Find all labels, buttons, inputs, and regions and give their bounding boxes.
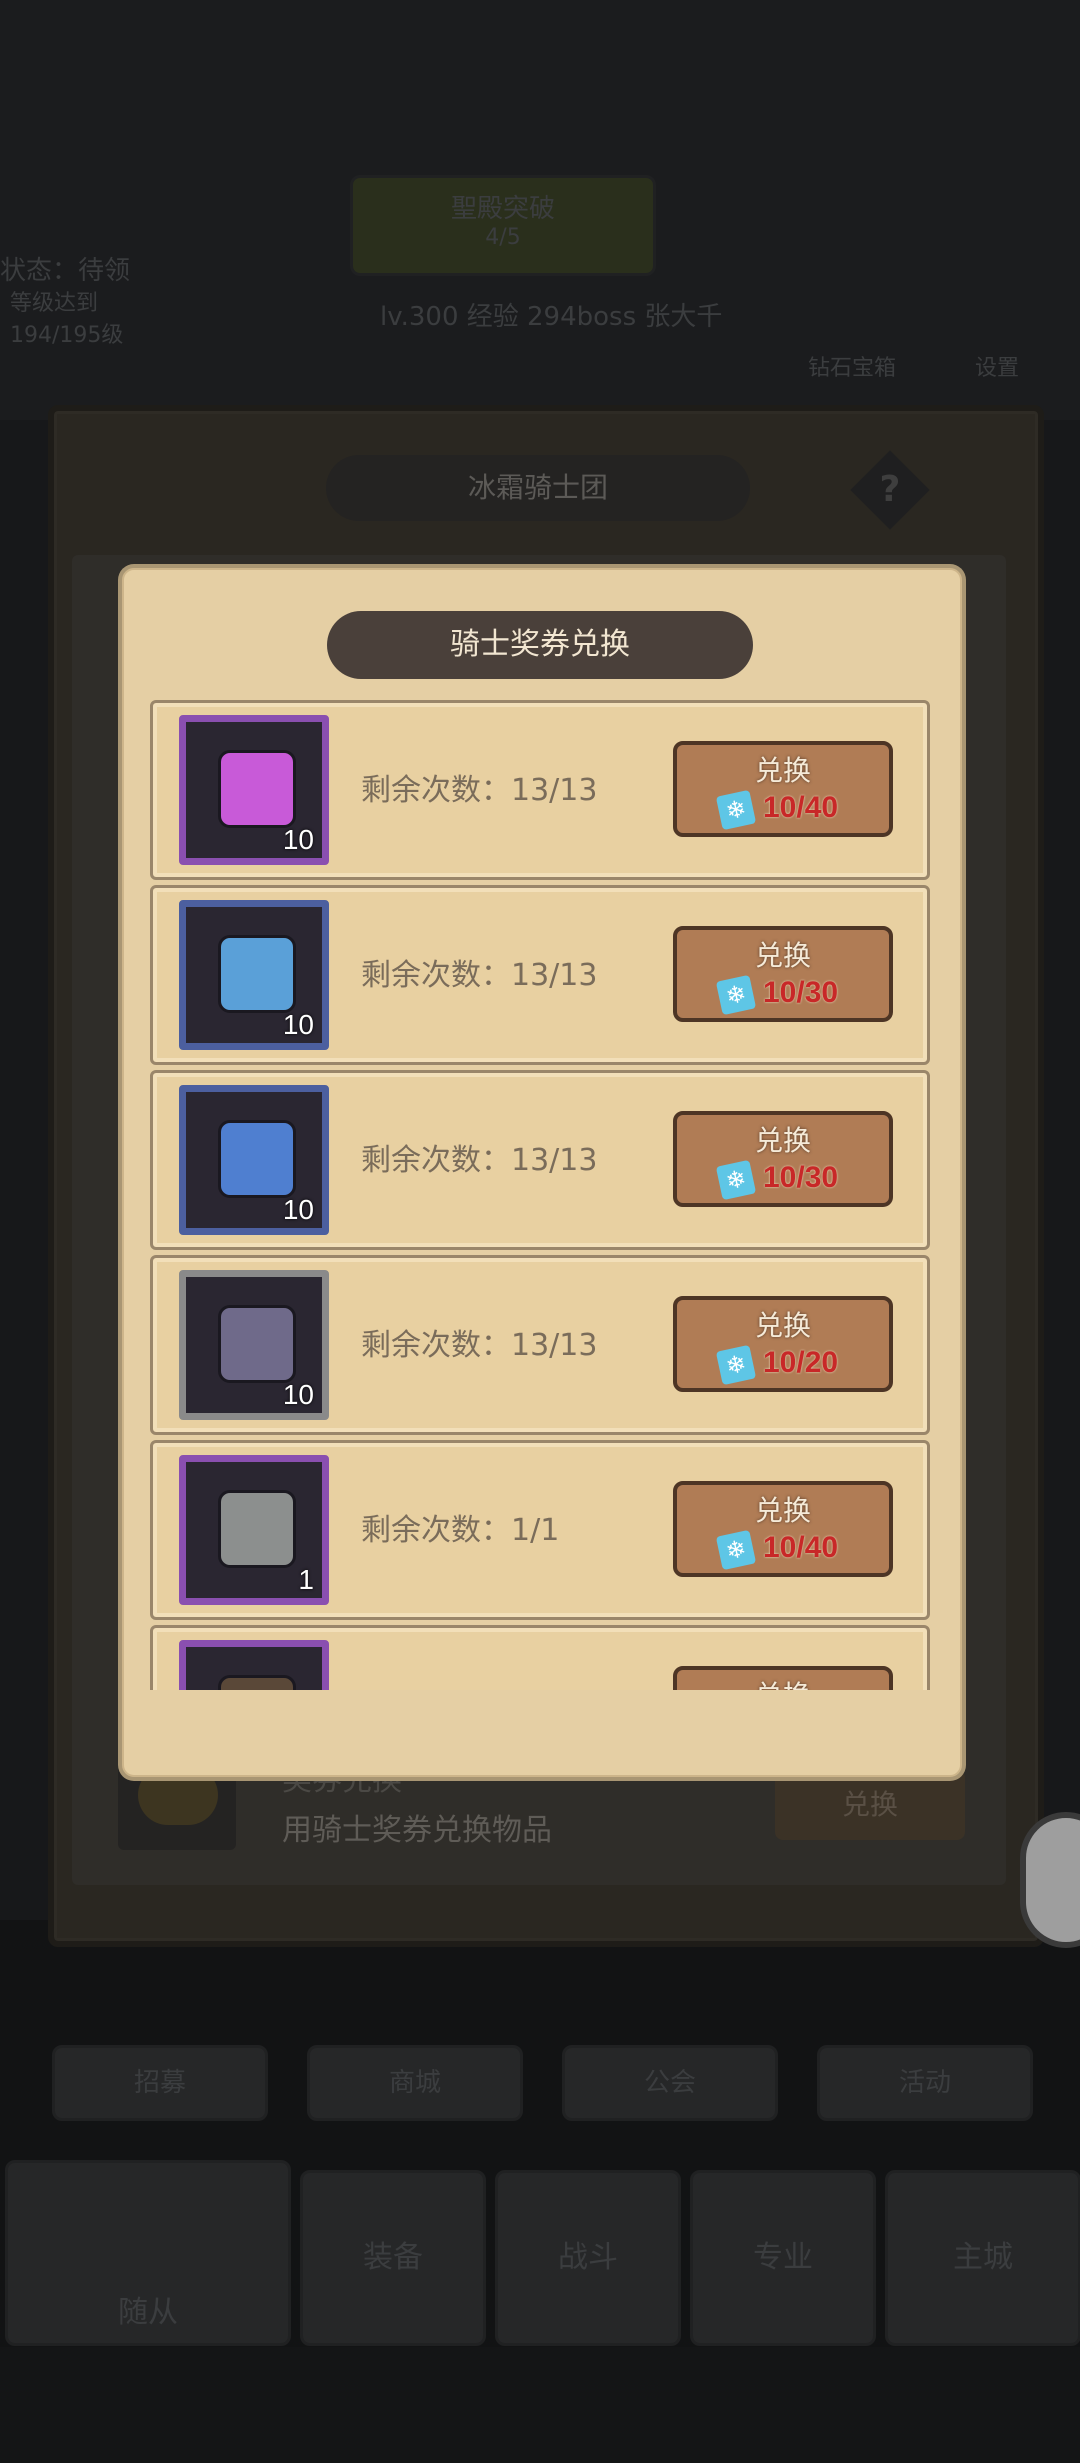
item-slot[interactable]: 10 bbox=[179, 715, 329, 865]
hero-portrait-icon bbox=[218, 1490, 296, 1568]
exchange-row: 10 剩余次数：13/13 兑换 ❄ 10/40 bbox=[150, 700, 930, 880]
settings-label[interactable]: 设置 bbox=[975, 350, 1019, 382]
exchange-button-label: 兑换 bbox=[754, 754, 811, 787]
item-count: 10 bbox=[282, 1194, 314, 1225]
item-slot[interactable]: 10 bbox=[179, 1085, 329, 1235]
item-count: 1 bbox=[298, 1564, 314, 1595]
item-slot[interactable]: 10 bbox=[179, 900, 329, 1050]
nav-followers[interactable]: 随从 bbox=[5, 2160, 291, 2346]
ticket-icon: ❄ bbox=[715, 1159, 757, 1201]
hero-portrait-icon bbox=[218, 935, 296, 1013]
item-count: 10 bbox=[282, 824, 314, 855]
exchange-button[interactable]: 兑换 ❄ 10/30 bbox=[673, 1111, 893, 1207]
dialog-title: 骑士奖券兑换 bbox=[327, 611, 753, 679]
remaining-count: 剩余次数：1/1 bbox=[361, 1513, 560, 1548]
exchange-button[interactable]: 兑换 ❄ 10/40 bbox=[673, 741, 893, 837]
item-count: 10 bbox=[282, 1379, 314, 1410]
top-banner: 聖殿突破 4/5 bbox=[350, 175, 656, 276]
tab-shop[interactable]: 商城 bbox=[307, 2045, 523, 2121]
remaining-count: 剩余次数：13/13 bbox=[361, 773, 598, 808]
outer-panel-title: 冰霜骑士团 bbox=[326, 455, 750, 521]
mid-tab-row: 招募 商城 公会 活动 bbox=[52, 2045, 1033, 2125]
exchange-row: 10 剩余次数：13/13 兑换 ❄ 10/30 bbox=[150, 885, 930, 1065]
exchange-button-label: 兑换 bbox=[754, 1124, 811, 1157]
left-status-sub: 等级达到194/195级 bbox=[10, 291, 124, 348]
bottom-nav: 随从 装备 战斗 专业 主城 bbox=[0, 2160, 1080, 2347]
item-slot[interactable] bbox=[179, 1640, 329, 1690]
exchange-button[interactable]: 兑换 bbox=[673, 1666, 893, 1690]
ticket-icon: ❄ bbox=[715, 789, 757, 831]
exchange-cost: 10/40 bbox=[763, 791, 839, 824]
nav-equipment[interactable]: 装备 bbox=[300, 2170, 486, 2346]
info-line: lv.300 经验 294boss 张大千 bbox=[380, 302, 723, 332]
hero-portrait-icon bbox=[218, 1675, 296, 1690]
exchange-button[interactable]: 兑换 ❄ 10/30 bbox=[673, 926, 893, 1022]
remaining-count: 剩余次数：13/13 bbox=[361, 1143, 598, 1178]
tab-events[interactable]: 活动 bbox=[817, 2045, 1033, 2121]
nav-battle[interactable]: 战斗 bbox=[495, 2170, 681, 2346]
exchange-button-label: 兑换 bbox=[754, 939, 811, 972]
exchange-row: 1 剩余次数：1/1 兑换 ❄ 10/40 bbox=[150, 1440, 930, 1620]
gear-icon[interactable] bbox=[1020, 1812, 1080, 1948]
ticket-icon: ❄ bbox=[715, 1529, 757, 1571]
top-banner-title: 聖殿突破 bbox=[450, 194, 555, 224]
hero-portrait-icon bbox=[218, 750, 296, 828]
ticket-icon: ❄ bbox=[715, 1344, 757, 1386]
top-banner-sub: 4/5 bbox=[485, 225, 521, 250]
hero-portrait-icon bbox=[218, 1305, 296, 1383]
exchange-button[interactable]: 兑换 ❄ 10/40 bbox=[673, 1481, 893, 1577]
exchange-row: 10 剩余次数：13/13 兑换 ❄ 10/30 bbox=[150, 1070, 930, 1250]
exchange-section-desc: 用骑士奖券兑换物品 bbox=[282, 1813, 552, 1848]
exchange-row: 10 剩余次数：13/13 兑换 ❄ 10/20 bbox=[150, 1255, 930, 1435]
remaining-count: 剩余次数：13/13 bbox=[361, 1328, 598, 1363]
item-slot[interactable]: 1 bbox=[179, 1455, 329, 1605]
exchange-section-button[interactable]: 兑换 bbox=[775, 1770, 965, 1840]
exchange-cost: 10/30 bbox=[763, 976, 839, 1009]
exchange-list[interactable]: 10 剩余次数：13/13 兑换 ❄ 10/40 10 剩余次数：13/13 兑换 ❄ 10/30… bbox=[150, 700, 930, 1690]
exchange-button[interactable]: 兑换 ❄ 10/20 bbox=[673, 1296, 893, 1392]
exchange-button-label: 兑换 bbox=[754, 1309, 811, 1342]
exchange-button-label: 兑换 bbox=[677, 1674, 889, 1690]
exchange-cost: 10/20 bbox=[763, 1346, 839, 1379]
exchange-row: 兑换 bbox=[150, 1625, 930, 1690]
diamond-chest-label[interactable]: 钻石宝箱 bbox=[808, 350, 896, 382]
item-count: 10 bbox=[282, 1009, 314, 1040]
nav-main-city[interactable]: 主城 bbox=[885, 2170, 1080, 2346]
exchange-cost: 10/30 bbox=[763, 1161, 839, 1194]
left-status: 状态：待领 bbox=[0, 256, 131, 286]
exchange-button-label: 兑换 bbox=[754, 1494, 811, 1527]
item-slot[interactable]: 10 bbox=[179, 1270, 329, 1420]
help-question-mark: ? bbox=[879, 469, 901, 510]
nav-profession[interactable]: 专业 bbox=[690, 2170, 876, 2346]
exchange-cost: 10/40 bbox=[763, 1531, 839, 1564]
remaining-count: 剩余次数：13/13 bbox=[361, 958, 598, 993]
ticket-icon: ❄ bbox=[715, 974, 757, 1016]
tab-guild[interactable]: 公会 bbox=[562, 2045, 778, 2121]
tab-recruit[interactable]: 招募 bbox=[52, 2045, 268, 2121]
hero-portrait-icon bbox=[218, 1120, 296, 1198]
